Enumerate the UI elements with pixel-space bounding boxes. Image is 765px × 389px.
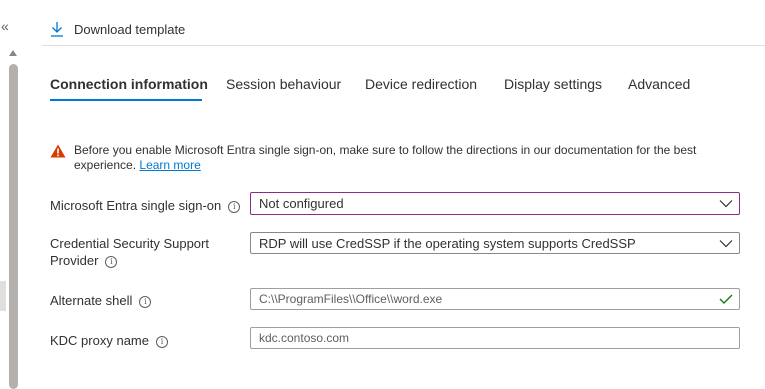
shell-label: Alternate shell: [50, 293, 133, 308]
kdc-label-row: KDC proxy name i: [50, 332, 168, 349]
credssp-dropdown[interactable]: RDP will use CredSSP if the operating sy…: [250, 232, 740, 254]
rail-divider: [0, 281, 6, 311]
checkmark-icon: [719, 294, 733, 304]
warning-triangle-icon: [50, 144, 66, 158]
info-icon[interactable]: i: [228, 201, 241, 213]
info-icon[interactable]: i: [155, 336, 168, 348]
credssp-label: Credential Security Support Provider: [50, 236, 209, 268]
download-template-button[interactable]: Download template: [50, 19, 185, 39]
tab-session-behaviour[interactable]: Session behaviour: [226, 76, 341, 92]
alternate-shell-input[interactable]: C:\\ProgramFiles\\Office\\word.exe: [250, 288, 740, 310]
kdc-proxy-value: kdc.contoso.com: [259, 331, 350, 345]
credssp-label-row: Credential Security Support Provider i: [50, 235, 240, 269]
chevron-down-icon: [719, 200, 733, 208]
credssp-selected-value: RDP will use CredSSP if the operating sy…: [259, 235, 636, 251]
tab-device-redirection[interactable]: Device redirection: [365, 76, 477, 92]
scrollbar-thumb[interactable]: [9, 64, 18, 389]
info-icon[interactable]: i: [105, 256, 118, 268]
toolbar: Download template: [42, 14, 765, 46]
learn-more-link[interactable]: Learn more: [139, 158, 200, 172]
download-template-label: Download template: [74, 21, 186, 37]
sso-selected-value: Not configured: [259, 196, 344, 211]
collapse-icon[interactable]: «: [1, 18, 15, 34]
info-icon[interactable]: i: [139, 296, 152, 308]
warning-banner: Before you enable Microsoft Entra single…: [50, 143, 720, 173]
warning-message: Before you enable Microsoft Entra single…: [74, 143, 720, 173]
sso-label-row: Microsoft Entra single sign-on i: [50, 197, 241, 214]
kdc-label: KDC proxy name: [50, 333, 149, 348]
left-rail: «: [0, 0, 22, 389]
alternate-shell-value: C:\\ProgramFiles\\Office\\word.exe: [259, 292, 443, 306]
active-tab-indicator: [50, 99, 202, 101]
tab-connection-information[interactable]: Connection information: [50, 76, 208, 92]
tab-display-settings[interactable]: Display settings: [504, 76, 602, 92]
kdc-proxy-input[interactable]: kdc.contoso.com: [250, 327, 740, 349]
tab-advanced[interactable]: Advanced: [628, 76, 690, 92]
sso-dropdown[interactable]: Not configured: [250, 192, 740, 215]
sso-label: Microsoft Entra single sign-on: [50, 198, 222, 213]
shell-label-row: Alternate shell i: [50, 292, 152, 309]
chevron-down-icon: [719, 239, 733, 247]
scroll-up-arrow-icon[interactable]: [9, 50, 17, 56]
download-arrow-icon: [51, 22, 63, 37]
